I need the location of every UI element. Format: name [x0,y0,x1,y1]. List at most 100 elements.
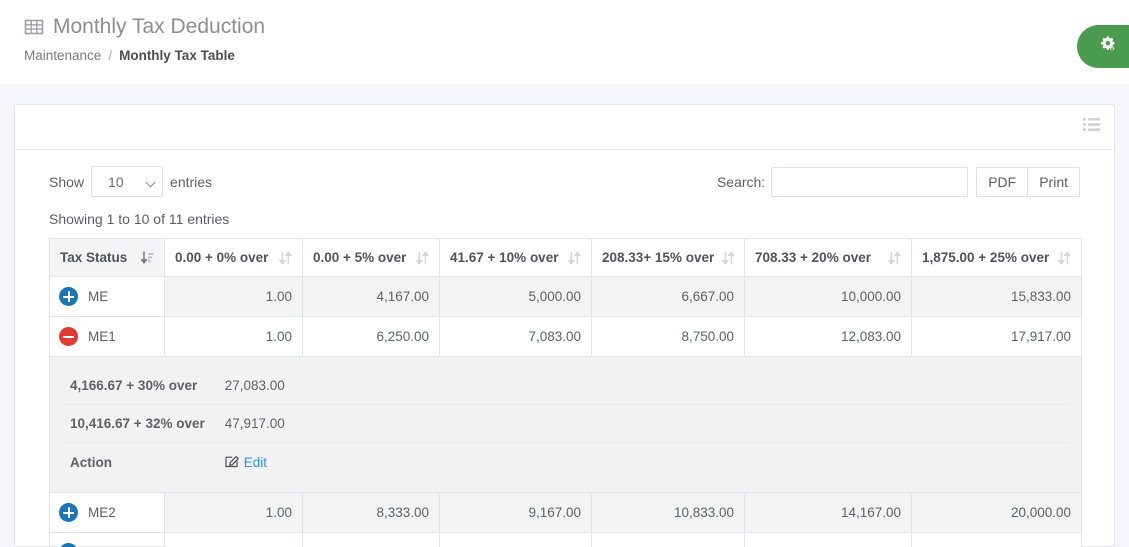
detail-value: 47,917.00 [214,404,1071,443]
page-length-control: Show 102550100 entries [49,166,212,197]
sort-asc-icon [141,250,154,264]
cell-tax-status[interactable]: ME2 [49,492,165,533]
table-body: ME 1.00 4,167.00 5,000.00 6,667.00 10,000.00 1… [49,276,1082,547]
detail-label: Action [70,455,112,470]
column-label: 41.67 + 10% over [450,250,559,265]
panel-body: Show 102550100 entries Search: PDF Print [15,150,1114,547]
cell-bracket-3: 7,083.00 [439,316,592,357]
table-row[interactable]: ME 1.00 4,167.00 5,000.00 6,667.00 10,000.00 1… [49,276,1082,317]
table-header-tax-status[interactable]: Tax Status [49,238,165,277]
edit-link[interactable]: Edit [225,454,267,471]
cell-tax-status[interactable]: ME1 [49,316,165,357]
cell-bracket-1: 1.00 [164,316,303,357]
datatable-right-controls: Search: PDF Print [717,166,1080,197]
detail-table: 4,166.67 + 30% over 27,083.00 10,416.67 + … [60,367,1071,482]
edit-link-label: Edit [243,455,267,470]
tax-table: Tax Status 0.00 + 0% over 0.00 + 5% over 41… [49,238,1082,547]
column-label: 708.33 + 20% over [755,250,871,265]
sort-none-icon [416,250,429,265]
cell-bracket-1: 1.00 [164,492,303,533]
detail-value: 27,083.00 [214,367,1071,405]
export-button-group: PDF Print [976,166,1080,197]
column-label: 0.00 + 0% over [175,250,269,265]
column-label: Tax Status [60,250,128,265]
cell-bracket-4: 8,750.00 [591,316,745,357]
cell-bracket-3: 11,250.00 [439,532,592,547]
column-label: 208.33+ 15% over [602,250,715,265]
expand-row-icon[interactable] [59,287,78,306]
cell-bracket-6: 20,000.00 [911,492,1082,533]
cell-bracket-2: 10,417.00 [302,532,440,547]
cell-tax-status[interactable]: ME [49,276,165,317]
content-area: Show 102550100 entries Search: PDF Print [0,84,1129,547]
detail-value[interactable]: Edit [215,443,1071,483]
page-length-select[interactable]: 102550100 [91,166,164,197]
expand-row-icon[interactable] [59,503,78,522]
detail-cell: 4,166.67 + 30% over 27,083.00 10,416.67 + … [49,356,1082,493]
data-panel: Show 102550100 entries Search: PDF Print [14,104,1115,547]
table-row[interactable]: ME1 1.00 6,250.00 7,083.00 8,750.00 12,083.00… [49,316,1082,357]
list-ul-icon[interactable] [1083,117,1100,137]
table-header-bracket-1[interactable]: 0.00 + 0% over [164,238,303,277]
page-title-text: Monthly Tax Deduction [53,15,266,38]
detail-row: 10,416.67 + 32% over 47,917.00 [60,404,1071,443]
settings-button[interactable] [1077,25,1129,68]
sort-none-icon [568,250,581,265]
gears-icon [1095,32,1119,61]
cell-bracket-2: 4,167.00 [302,276,440,317]
breadcrumb-separator: / [108,48,113,64]
cell-bracket-5: 16,250.00 [744,532,912,547]
sort-none-icon [1058,250,1071,265]
table-detail-row: 4,166.67 + 30% over 27,083.00 10,416.67 + … [49,356,1082,493]
sort-none-icon [722,250,736,265]
sort-none-icon [888,250,901,265]
entries-label: entries [170,173,213,190]
cell-bracket-4: 12,917.00 [591,532,745,547]
tax-status-label: ME [88,289,109,304]
cell-bracket-3: 9,167.00 [439,492,592,533]
table-row[interactable]: ME2 1.00 8,333.00 9,167.00 10,833.00 14,167.0… [49,492,1082,533]
pdf-button[interactable]: PDF [976,166,1029,197]
column-label: 0.00 + 5% over [313,250,407,265]
detail-row: 4,166.67 + 30% over 27,083.00 [60,367,1071,405]
show-label: Show [49,173,85,190]
cell-bracket-5: 14,167.00 [744,492,912,533]
page-header: Monthly Tax Deduction Maintenance / Mont… [0,0,1129,84]
tax-status-label: ME1 [88,329,116,344]
table-header-bracket-3[interactable]: 41.67 + 10% over [439,238,592,277]
table-header-bracket-6[interactable]: 1,875.00 + 25% over [911,238,1082,277]
breadcrumb-item-current: Monthly Tax Table [119,48,235,64]
page-length-select-wrapper: 102550100 [91,166,164,197]
cell-bracket-6: 17,917.00 [911,316,1082,357]
tax-status-label: ME2 [88,505,116,520]
table-header-bracket-2[interactable]: 0.00 + 5% over [302,238,440,277]
detail-label: 4,166.67 + 30% over [60,367,215,405]
print-button[interactable]: Print [1028,166,1080,197]
panel-header [15,105,1114,150]
cell-bracket-1: 1.00 [164,532,303,547]
expand-row-icon[interactable] [59,543,78,547]
cell-bracket-4: 6,667.00 [591,276,745,317]
search-filter: Search: [717,166,969,197]
table-header-bracket-5[interactable]: 708.33 + 20% over [744,238,912,277]
cell-bracket-2: 6,250.00 [302,316,440,357]
collapse-row-icon[interactable] [59,327,78,346]
cell-bracket-1: 1.00 [164,276,303,317]
cell-bracket-6: 22,083.00 [911,532,1082,547]
sort-none-icon [279,250,292,265]
edit-pencil-icon [225,454,239,471]
cell-bracket-3: 5,000.00 [439,276,592,317]
cell-bracket-6: 15,833.00 [911,276,1082,317]
breadcrumb: Maintenance / Monthly Tax Table [24,48,1105,63]
cell-tax-status[interactable]: ME3 [49,532,165,547]
datatable-controls: Show 102550100 entries Search: PDF Print [49,166,1080,197]
breadcrumb-item-maintenance[interactable]: Maintenance [24,48,101,63]
table-head: Tax Status 0.00 + 0% over 0.00 + 5% over 41… [49,238,1082,277]
search-input[interactable] [771,166,969,197]
table-header-bracket-4[interactable]: 208.33+ 15% over [591,238,745,277]
datatable-info: Showing 1 to 10 of 11 entries [49,211,230,227]
detail-label: 10,416.67 + 32% over [60,404,215,443]
cell-bracket-2: 8,333.00 [302,492,440,533]
page-title: Monthly Tax Deduction [24,14,1105,39]
table-row[interactable]: ME31.0010,417.0011,250.0012,917.0016,250… [49,532,1082,547]
